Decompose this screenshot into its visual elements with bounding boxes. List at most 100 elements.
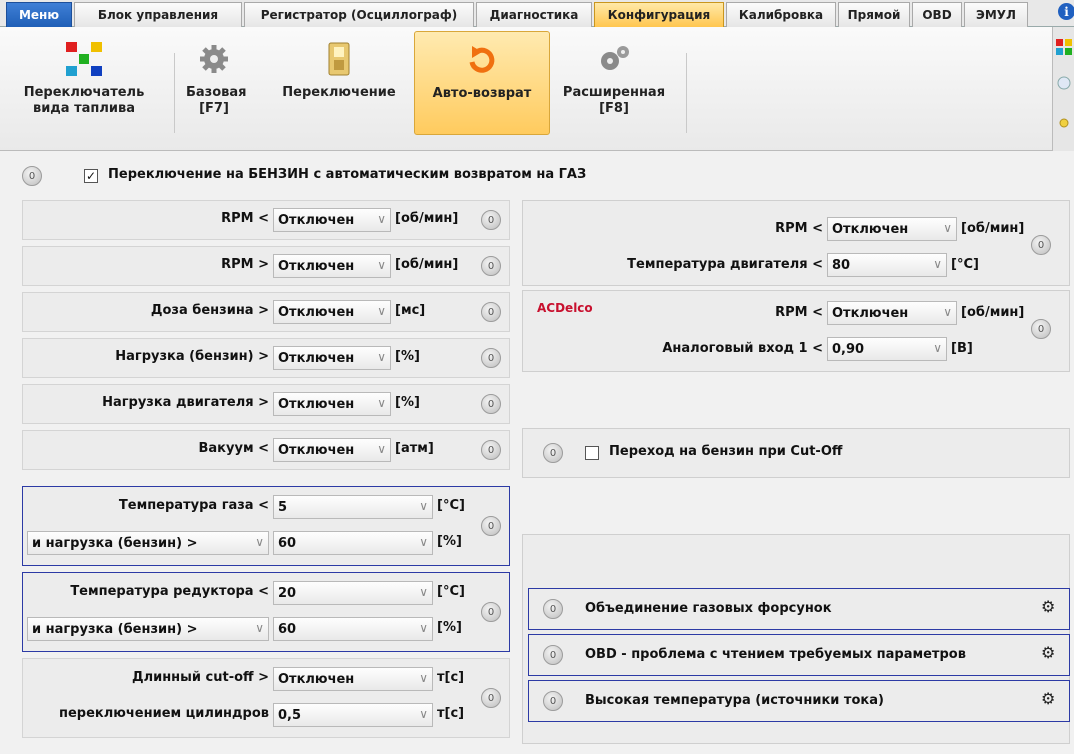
tab-recorder[interactable]: Регистратор (Осциллограф) bbox=[244, 2, 474, 27]
pin-small-icon[interactable] bbox=[1056, 75, 1073, 92]
reducer-temp-load-unit: [%] bbox=[437, 620, 462, 635]
chevron-down-icon: ∨ bbox=[255, 535, 264, 549]
engine-load-select[interactable]: Отключен ∨ bbox=[273, 392, 391, 416]
gas-temp-select[interactable]: 5 ∨ bbox=[273, 495, 433, 519]
engine-temp-pin-button[interactable]: 0 bbox=[1031, 235, 1051, 255]
condition-row-rpm-above: RPM > Отключен ∨ [об/мин] 0 bbox=[22, 246, 510, 286]
long-cutoff-label: Длинный cut-off > bbox=[131, 670, 269, 685]
gear-icon[interactable]: ⚙ bbox=[1041, 643, 1055, 662]
condition-item-high-temperature[interactable]: 0 Высокая температура (источники тока) ⚙ bbox=[528, 680, 1070, 722]
petrol-load-select[interactable]: Отключен ∨ bbox=[273, 346, 391, 370]
chevron-down-icon: ∨ bbox=[419, 499, 428, 513]
vacuum-value: Отключен bbox=[278, 442, 355, 458]
chevron-down-icon: ∨ bbox=[419, 585, 428, 599]
reducer-temp-load-operator-select[interactable]: и нагрузка (бензин) > ∨ bbox=[27, 617, 269, 641]
chevron-down-icon: ∨ bbox=[377, 304, 386, 318]
long-cutoff-value: Отключен bbox=[278, 671, 355, 687]
reducer-temp-load-select[interactable]: 60 ∨ bbox=[273, 617, 433, 641]
switching-button[interactable]: Переключение bbox=[270, 31, 408, 135]
gas-temp-load-select[interactable]: 60 ∨ bbox=[273, 531, 433, 555]
petrol-load-pin-button[interactable]: 0 bbox=[481, 348, 501, 368]
chevron-down-icon: ∨ bbox=[943, 221, 952, 235]
gas-temp-load-operator-select[interactable]: и нагрузка (бензин) > ∨ bbox=[27, 531, 269, 555]
condition-row-petrol-load: Нагрузка (бензин) > Отключен ∨ [%] 0 bbox=[22, 338, 510, 378]
tab-menu[interactable]: Меню bbox=[6, 2, 72, 27]
cutoff-checkbox[interactable] bbox=[585, 446, 599, 460]
gear-icon[interactable]: ⚙ bbox=[1041, 597, 1055, 616]
chevron-down-icon: ∨ bbox=[419, 671, 428, 685]
pin-value: 0 bbox=[487, 398, 495, 410]
long-cutoff-group: Длинный cut-off > Отключен ∨ т[с] переклю… bbox=[22, 658, 510, 738]
engine-load-unit: [%] bbox=[395, 395, 420, 410]
header-pin-button[interactable]: 0 bbox=[22, 166, 42, 186]
condition-item-obd-read-problem[interactable]: 0 OBD - проблема с чтением требуемых пара… bbox=[528, 634, 1070, 676]
auto-return-checkbox[interactable]: ✓ bbox=[84, 169, 98, 183]
long-cutoff-pin-button[interactable]: 0 bbox=[481, 688, 501, 708]
analog-input-pin-button[interactable]: 0 bbox=[1031, 319, 1051, 339]
pin-value: 0 bbox=[549, 603, 557, 615]
gas-temp-pin-button[interactable]: 0 bbox=[481, 516, 501, 536]
engine-load-value: Отключен bbox=[278, 396, 355, 412]
chevron-down-icon: ∨ bbox=[377, 442, 386, 456]
pin-value: 0 bbox=[487, 260, 495, 272]
engine-temp-value: 80 bbox=[832, 257, 851, 273]
info-icon[interactable]: i bbox=[1058, 3, 1074, 20]
vacuum-select[interactable]: Отключен ∨ bbox=[273, 438, 391, 462]
reducer-temp-select[interactable]: 20 ∨ bbox=[273, 581, 433, 605]
chevron-down-icon: ∨ bbox=[377, 396, 386, 410]
right-rpm-value: Отключен bbox=[832, 221, 909, 237]
long-cutoff-select[interactable]: Отключен ∨ bbox=[273, 667, 433, 691]
condition-item-gas-injectors-merge[interactable]: 0 Объединение газовых форсунок ⚙ bbox=[528, 588, 1070, 630]
gear-icon[interactable]: ⚙ bbox=[1041, 689, 1055, 708]
chevron-down-icon: ∨ bbox=[933, 341, 942, 355]
gas-injectors-merge-pin-button[interactable]: 0 bbox=[543, 599, 563, 619]
pin-value: 0 bbox=[549, 447, 557, 459]
obd-read-problem-pin-button[interactable]: 0 bbox=[543, 645, 563, 665]
sun-small-icon[interactable] bbox=[1056, 115, 1073, 132]
tab-diagnostics[interactable]: Диагностика bbox=[476, 2, 592, 27]
reducer-temp-pin-button[interactable]: 0 bbox=[481, 602, 501, 622]
engine-temp-select[interactable]: 80 ∨ bbox=[827, 253, 947, 277]
petrol-dose-pin-button[interactable]: 0 bbox=[481, 302, 501, 322]
pin-value: 0 bbox=[487, 520, 495, 532]
vacuum-pin-button[interactable]: 0 bbox=[481, 440, 501, 460]
engine-load-pin-button[interactable]: 0 bbox=[481, 394, 501, 414]
condition-row-petrol-dose: Доза бензина > Отключен ∨ [мс] 0 bbox=[22, 292, 510, 332]
base-config-label: Базовая [F7] bbox=[186, 85, 247, 116]
rpm-above-label: RPM > bbox=[221, 257, 269, 272]
tab-calibration[interactable]: Калибровка bbox=[726, 2, 836, 27]
extended-config-button[interactable]: Расширенная [F8] bbox=[556, 31, 672, 135]
rpm-above-select[interactable]: Отключен ∨ bbox=[273, 254, 391, 278]
tab-obd[interactable]: OBD bbox=[912, 2, 962, 27]
auto-return-button[interactable]: Авто-возврат bbox=[414, 31, 550, 135]
ribbon-divider bbox=[686, 53, 687, 133]
reducer-temp-unit: [°C] bbox=[437, 584, 465, 599]
tab-emul[interactable]: ЭМУЛ bbox=[964, 2, 1028, 27]
cutoff-switch-panel: 0 Переход на бензин при Cut-Off bbox=[522, 428, 1070, 478]
pin-value: 0 bbox=[549, 695, 557, 707]
rpm-below-select[interactable]: Отключен ∨ bbox=[273, 208, 391, 232]
tab-control-unit[interactable]: Блок управления bbox=[74, 2, 242, 27]
analog-rpm-select[interactable]: Отключен ∨ bbox=[827, 301, 957, 325]
pin-value: 0 bbox=[487, 352, 495, 364]
cylinder-switch-select[interactable]: 0,5 ∨ bbox=[273, 703, 433, 727]
rpm-below-unit: [об/мин] bbox=[395, 211, 459, 226]
vacuum-label: Вакуум < bbox=[198, 441, 270, 456]
fuel-switch-button[interactable]: Переключатель вида таплива bbox=[2, 31, 166, 135]
long-cutoff-unit: т[с] bbox=[437, 670, 465, 685]
pin-value: 0 bbox=[28, 170, 36, 182]
rpm-above-pin-button[interactable]: 0 bbox=[481, 256, 501, 276]
cutoff-pin-button[interactable]: 0 bbox=[543, 443, 563, 463]
tab-direct[interactable]: Прямой bbox=[838, 2, 910, 27]
fuel-type-small-icon[interactable] bbox=[1056, 39, 1073, 56]
base-config-button[interactable]: Базовая [F7] bbox=[182, 31, 247, 135]
tab-configuration[interactable]: Конфигурация bbox=[594, 2, 724, 27]
petrol-dose-select[interactable]: Отключен ∨ bbox=[273, 300, 391, 324]
analog-input-select[interactable]: 0,90 ∨ bbox=[827, 337, 947, 361]
high-temperature-label: Высокая температура (источники тока) bbox=[585, 693, 884, 708]
reducer-temp-value: 20 bbox=[278, 585, 297, 601]
cylinder-switch-text: переключением цилиндров bbox=[58, 706, 269, 721]
rpm-below-pin-button[interactable]: 0 bbox=[481, 210, 501, 230]
right-rpm-select[interactable]: Отключен ∨ bbox=[827, 217, 957, 241]
high-temperature-pin-button[interactable]: 0 bbox=[543, 691, 563, 711]
